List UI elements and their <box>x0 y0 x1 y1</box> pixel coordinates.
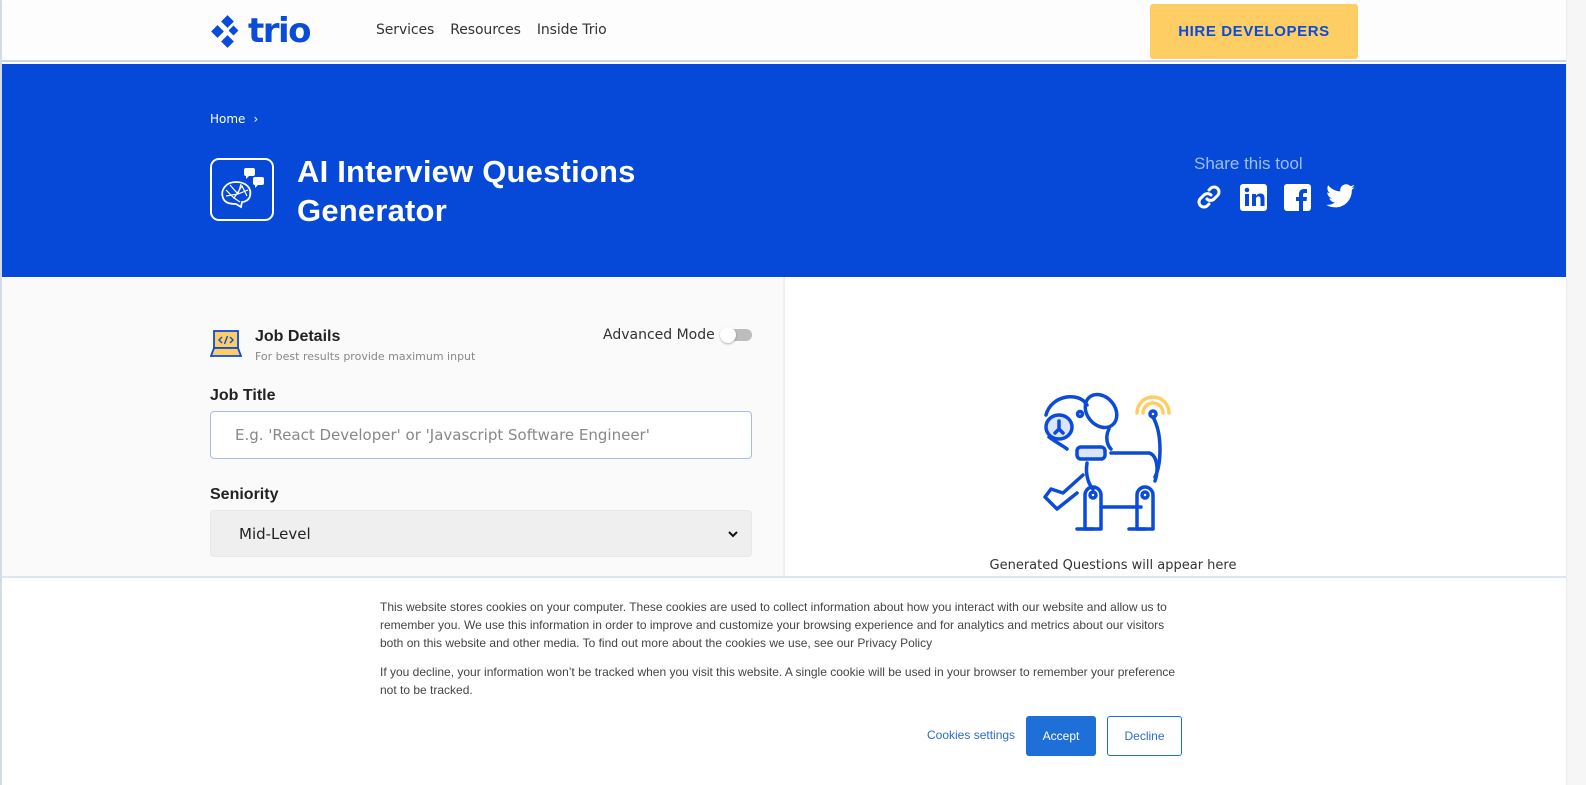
share-label: Share this tool <box>1194 154 1303 173</box>
advanced-mode-toggle[interactable] <box>720 327 752 343</box>
job-title-label: Job Title <box>210 387 276 404</box>
questions-output-panel: Generated Questions will appear here <box>787 277 1566 577</box>
page-title-line1: AI Interview Questions <box>297 154 636 189</box>
seniority-label: Seniority <box>210 486 279 503</box>
twitter-icon[interactable] <box>1326 182 1356 212</box>
section-subtitle: For best results provide maximum input <box>255 350 476 363</box>
breadcrumb-home[interactable]: Home <box>210 112 245 126</box>
laptop-code-icon <box>209 328 243 364</box>
cookies-settings-link[interactable]: Cookies settings <box>927 728 1015 742</box>
cookie-text-secondary: If you decline, your information won’t b… <box>380 665 1176 697</box>
share-tool: Share this tool <box>1194 154 1356 212</box>
nav-resources[interactable]: Resources <box>450 22 521 38</box>
hire-developers-button[interactable]: HIRE DEVELOPERS <box>1150 4 1358 59</box>
seniority-value: Mid-Level <box>239 524 311 543</box>
nav-services[interactable]: Services <box>376 22 434 38</box>
robot-dog-illustration <box>1037 385 1187 539</box>
logo-text: trio <box>248 11 312 51</box>
ai-brain-chat-icon <box>210 158 274 221</box>
empty-state-text: Generated Questions will appear here <box>989 558 1237 573</box>
page-title-line2: Generator <box>297 193 447 228</box>
toggle-knob <box>720 327 736 343</box>
page-title: AI Interview Questions Generator <box>297 152 636 230</box>
accept-cookies-button[interactable]: Accept <box>1026 716 1096 756</box>
cookie-text-primary: This website stores cookies on your comp… <box>380 600 1167 650</box>
top-navbar: trio Services Resources Inside Trio HIRE… <box>2 0 1566 62</box>
facebook-icon[interactable] <box>1282 182 1312 212</box>
trio-logo[interactable]: trio <box>210 11 312 51</box>
share-icons <box>1194 182 1356 212</box>
linkedin-icon[interactable] <box>1238 182 1268 212</box>
decline-cookies-button[interactable]: Decline <box>1107 716 1182 756</box>
breadcrumb-separator: › <box>253 112 259 126</box>
breadcrumb: Home › <box>210 112 258 126</box>
job-details-form: Job Details For best results provide max… <box>2 277 785 577</box>
page-scrollbar[interactable] <box>1566 0 1586 785</box>
section-title: Job Details <box>255 328 341 345</box>
link-icon[interactable] <box>1194 182 1224 212</box>
nav-inside-trio[interactable]: Inside Trio <box>537 22 607 38</box>
trio-logo-icon <box>211 15 239 48</box>
main-nav: Services Resources Inside Trio <box>376 22 607 38</box>
cookie-banner: This website stores cookies on your comp… <box>2 576 1566 785</box>
advanced-mode-label: Advanced Mode <box>603 327 715 343</box>
chevron-down-icon <box>728 530 738 537</box>
job-title-input[interactable] <box>210 411 752 459</box>
hero-banner: Home › AI Interview Questions Generator … <box>2 64 1566 277</box>
seniority-select[interactable]: Mid-Level <box>210 510 752 557</box>
